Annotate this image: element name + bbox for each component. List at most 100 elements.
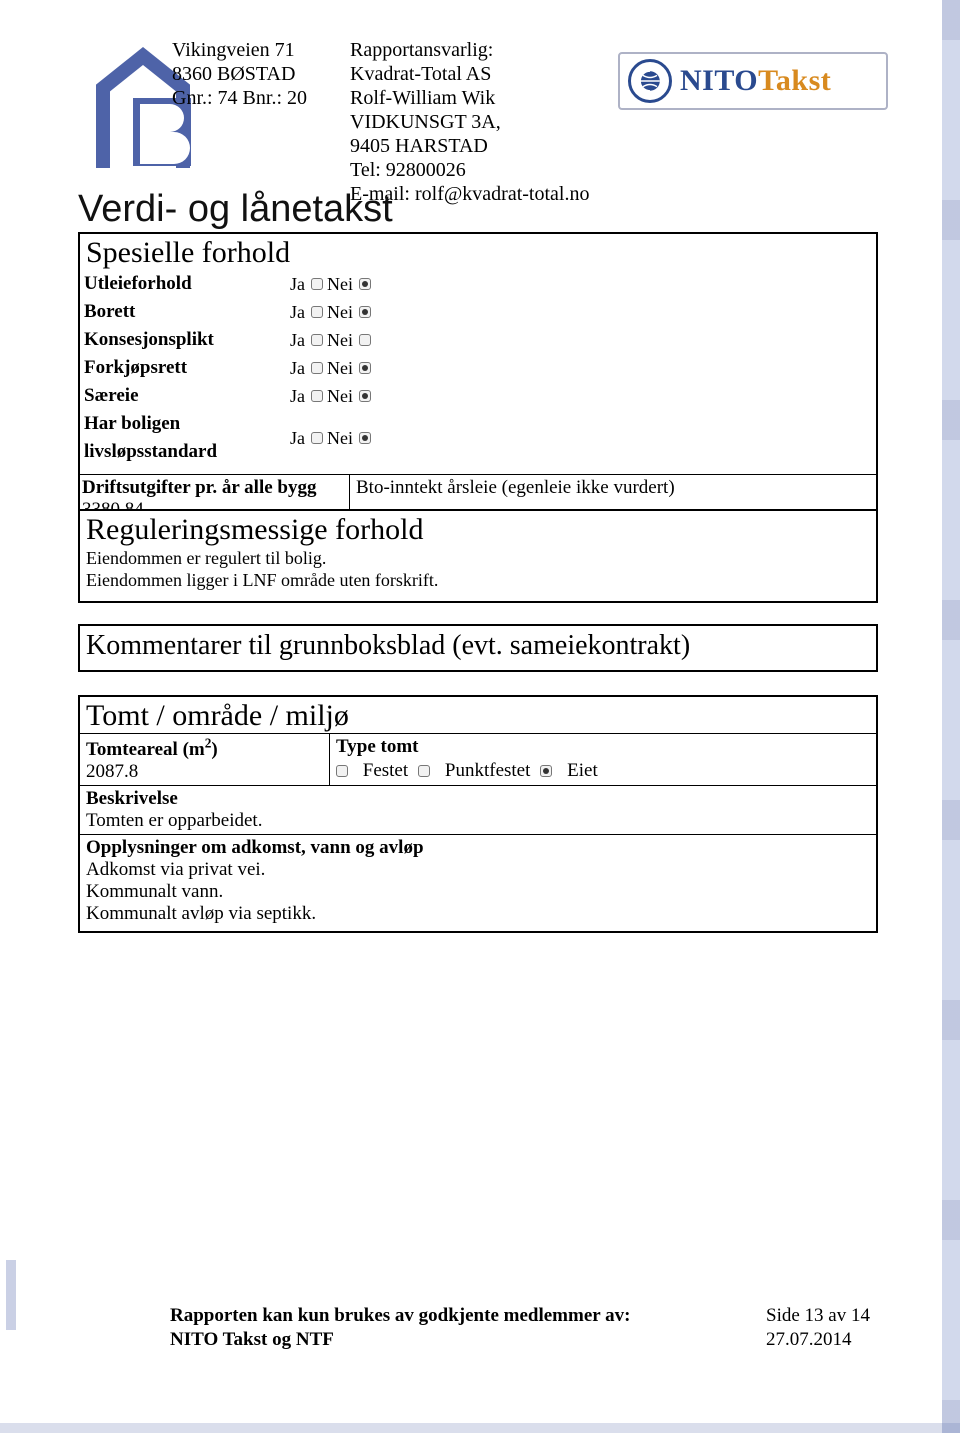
option-label: Nei bbox=[327, 326, 353, 354]
radio-icon bbox=[359, 432, 371, 444]
option-nei: Nei bbox=[327, 424, 371, 452]
oppl-line: Kommunalt vann. bbox=[86, 881, 223, 902]
radio-icon bbox=[311, 278, 323, 290]
spesielle-row: Har boligen livsløpsstandardJa Nei bbox=[84, 410, 872, 466]
radio-icon bbox=[359, 362, 371, 374]
spesielle-row: ForkjøpsrettJa Nei bbox=[84, 354, 872, 382]
option-ja: Ja bbox=[290, 298, 323, 326]
radio-icon bbox=[359, 334, 371, 346]
page: Vikingveien 71 8360 BØSTAD Gnr.: 74 Bnr.… bbox=[0, 0, 960, 1433]
option-eiet: Eiet bbox=[562, 760, 597, 782]
tomteareal-label: Tomteareal (m2) bbox=[86, 739, 218, 760]
option-nei: Nei bbox=[327, 270, 371, 298]
section-heading: Tomt / område / miljø bbox=[80, 697, 876, 733]
option-label: Ja bbox=[290, 326, 305, 354]
edge-decor-bottom bbox=[0, 1423, 960, 1433]
footer-text: Rapporten kan kun brukes av godkjente me… bbox=[170, 1304, 630, 1328]
type-tomt-cell: Type tomt Festet Punktfestet Eiet bbox=[330, 734, 876, 785]
option-label: Ja bbox=[290, 424, 305, 452]
tomt-opplysninger: Opplysninger om adkomst, vann og avløp A… bbox=[80, 835, 876, 931]
row-options: Ja Nei bbox=[290, 270, 371, 298]
footer: Rapporten kan kun brukes av godkjente me… bbox=[170, 1304, 870, 1352]
radio-icon bbox=[359, 306, 371, 318]
tomt-beskrivelse: Beskrivelse Tomten er opparbeidet. bbox=[80, 786, 876, 835]
option-nei: Nei bbox=[327, 298, 371, 326]
regulering-line: Eiendommen er regulert til bolig. bbox=[86, 547, 870, 569]
option-festet: Festet bbox=[358, 760, 408, 782]
resp-title: Rapportansvarlig: bbox=[350, 38, 589, 62]
type-tomt-label: Type tomt bbox=[336, 736, 870, 758]
spesielle-rows: UtleieforholdJaNeiBorettJaNeiKonsesjonsp… bbox=[80, 270, 876, 470]
option-nei: Nei bbox=[327, 326, 371, 354]
radio-icon bbox=[311, 362, 323, 374]
resp-name: Rolf-William Wik bbox=[350, 86, 589, 110]
resp-street: VIDKUNSGT 3A, bbox=[350, 110, 589, 134]
nito-text: NITOTakst bbox=[680, 64, 831, 98]
radio-icon bbox=[359, 278, 371, 290]
section-heading: Reguleringsmessige forhold bbox=[80, 511, 876, 547]
tomteareal-cell: Tomteareal (m2) 2087.8 bbox=[80, 734, 330, 785]
spesielle-row: UtleieforholdJa Nei bbox=[84, 270, 872, 298]
nito-word-orange: Takst bbox=[758, 64, 831, 97]
spesielle-row: SæreieJa Nei bbox=[84, 382, 872, 410]
responsible-block: Rapportansvarlig: Kvadrat-Total AS Rolf-… bbox=[350, 38, 589, 206]
section-heading: Spesielle forhold bbox=[80, 234, 876, 270]
footer-date: 27.07.2014 bbox=[766, 1328, 870, 1352]
property-address: Vikingveien 71 8360 BØSTAD Gnr.: 74 Bnr.… bbox=[172, 38, 307, 110]
section-regulering: Reguleringsmessige forhold Eiendommen er… bbox=[78, 509, 878, 603]
spesielle-row: BorettJa Nei bbox=[84, 298, 872, 326]
row-options: Ja Nei bbox=[290, 354, 371, 382]
option-punktfestet: Punktfestet bbox=[440, 760, 530, 782]
option-ja: Ja bbox=[290, 270, 323, 298]
row-label: Utleieforhold bbox=[84, 270, 290, 298]
bto-label: Bto-inntekt årsleie (egenleie ikke vurde… bbox=[356, 477, 675, 498]
regulering-body: Eiendommen er regulert til bolig. Eiendo… bbox=[80, 547, 876, 595]
radio-icon bbox=[336, 765, 348, 777]
resp-tel: Tel: 92800026 bbox=[350, 158, 589, 182]
type-tomt-options: Festet Punktfestet Eiet bbox=[336, 758, 870, 782]
radio-icon bbox=[311, 306, 323, 318]
option-label: Ja bbox=[290, 270, 305, 298]
edge-decor-left bbox=[6, 1260, 16, 1330]
option-label: Nei bbox=[327, 270, 353, 298]
footer-left: Rapporten kan kun brukes av godkjente me… bbox=[170, 1304, 630, 1352]
beskrivelse-text: Tomten er opparbeidet. bbox=[86, 810, 262, 831]
row-label: Forkjøpsrett bbox=[84, 354, 290, 382]
option-label: Ja bbox=[290, 298, 305, 326]
oppl-label: Opplysninger om adkomst, vann og avløp bbox=[86, 837, 424, 858]
section-heading: Kommentarer til grunnboksblad (evt. same… bbox=[80, 626, 876, 662]
address-line: Gnr.: 74 Bnr.: 20 bbox=[172, 86, 307, 110]
footer-text: NITO Takst og NTF bbox=[170, 1328, 630, 1352]
option-ja: Ja bbox=[290, 382, 323, 410]
tomt-row-areal-type: Tomteareal (m2) 2087.8 Type tomt Festet … bbox=[80, 733, 876, 786]
row-label: Særeie bbox=[84, 382, 290, 410]
footer-right: Side 13 av 14 27.07.2014 bbox=[766, 1304, 870, 1352]
option-ja: Ja bbox=[290, 354, 323, 382]
row-options: Ja Nei bbox=[290, 424, 371, 452]
row-options: Ja Nei bbox=[290, 298, 371, 326]
option-label: Nei bbox=[327, 354, 353, 382]
drift-label: Driftsutgifter pr. år alle bygg bbox=[82, 477, 317, 498]
oppl-line: Adkomst via privat vei. bbox=[86, 859, 265, 880]
spesielle-row: KonsesjonspliktJaNei bbox=[84, 326, 872, 354]
section-tomt: Tomt / område / miljø Tomteareal (m2) 20… bbox=[78, 695, 878, 933]
nito-globe-icon bbox=[628, 59, 672, 103]
resp-city: 9405 HARSTAD bbox=[350, 134, 589, 158]
option-ja: Ja bbox=[290, 424, 323, 452]
row-label: Har boligen livsløpsstandard bbox=[84, 410, 290, 466]
nito-word-blue: NITO bbox=[680, 64, 758, 97]
option-label: Ja bbox=[290, 354, 305, 382]
address-line: Vikingveien 71 bbox=[172, 38, 307, 62]
logo-nito: NITOTakst bbox=[618, 52, 888, 110]
option-label: Nei bbox=[327, 298, 353, 326]
option-label: Nei bbox=[327, 424, 353, 452]
section-kommentarer: Kommentarer til grunnboksblad (evt. same… bbox=[78, 624, 878, 672]
beskrivelse-label: Beskrivelse bbox=[86, 788, 178, 809]
option-nei: Nei bbox=[327, 382, 371, 410]
regulering-line: Eiendommen ligger i LNF område uten fors… bbox=[86, 569, 870, 591]
option-label: Nei bbox=[327, 382, 353, 410]
option-label: Ja bbox=[290, 382, 305, 410]
row-label: Borett bbox=[84, 298, 290, 326]
resp-company: Kvadrat-Total AS bbox=[350, 62, 589, 86]
radio-icon bbox=[418, 765, 430, 777]
